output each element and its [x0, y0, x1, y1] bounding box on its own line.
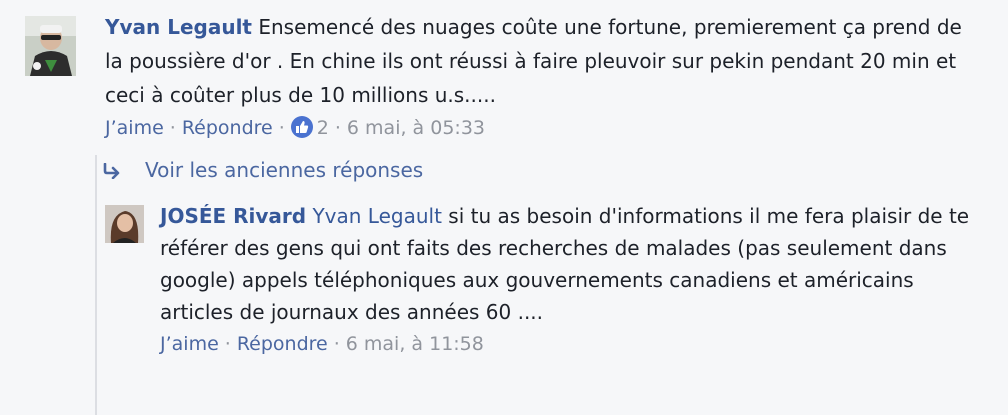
mention-link[interactable]: Yvan Legault: [312, 204, 441, 228]
comment-body: JOSÉE Rivard Yvan Legault si tu as besoi…: [160, 200, 990, 358]
avatar-photo-icon: [25, 16, 76, 76]
like-button[interactable]: J’aime: [160, 333, 219, 355]
separator: ·: [169, 117, 176, 139]
avatar[interactable]: [105, 205, 144, 243]
reply-button[interactable]: Répondre: [237, 333, 328, 355]
comment-author[interactable]: Yvan Legault: [105, 15, 252, 39]
comment-actions: J’aime · Répondre · 6 mai, à 11:58: [160, 330, 990, 358]
separator: ·: [224, 333, 231, 355]
avatar-photo-icon: [105, 205, 144, 243]
separator: ·: [334, 117, 341, 139]
comment-author[interactable]: JOSÉE Rivard: [160, 204, 306, 228]
comment-content: JOSÉE Rivard Yvan Legault si tu as besoi…: [160, 200, 990, 328]
separator: ·: [278, 117, 285, 139]
view-older-replies-link[interactable]: Voir les anciennes réponses: [101, 155, 423, 185]
timestamp[interactable]: 6 mai, à 11:58: [346, 333, 484, 355]
view-older-replies-label: Voir les anciennes réponses: [145, 158, 424, 182]
reaction-count[interactable]: 2: [317, 117, 329, 139]
like-button[interactable]: J’aime: [105, 117, 164, 139]
reply-arrow-icon: [101, 155, 145, 185]
like-reaction-icon[interactable]: [290, 116, 313, 138]
comment-content: Yvan Legault Ensemencé des nuages coûte …: [105, 10, 985, 112]
comment-actions: J’aime · Répondre · 2 · 6 mai, à 05:33: [105, 114, 985, 142]
avatar[interactable]: [25, 16, 76, 76]
reply-button[interactable]: Répondre: [182, 117, 273, 139]
timestamp[interactable]: 6 mai, à 05:33: [347, 117, 485, 139]
reply-thread-line: [95, 155, 97, 415]
comment-body: Yvan Legault Ensemencé des nuages coûte …: [105, 10, 985, 142]
separator: ·: [333, 333, 340, 355]
